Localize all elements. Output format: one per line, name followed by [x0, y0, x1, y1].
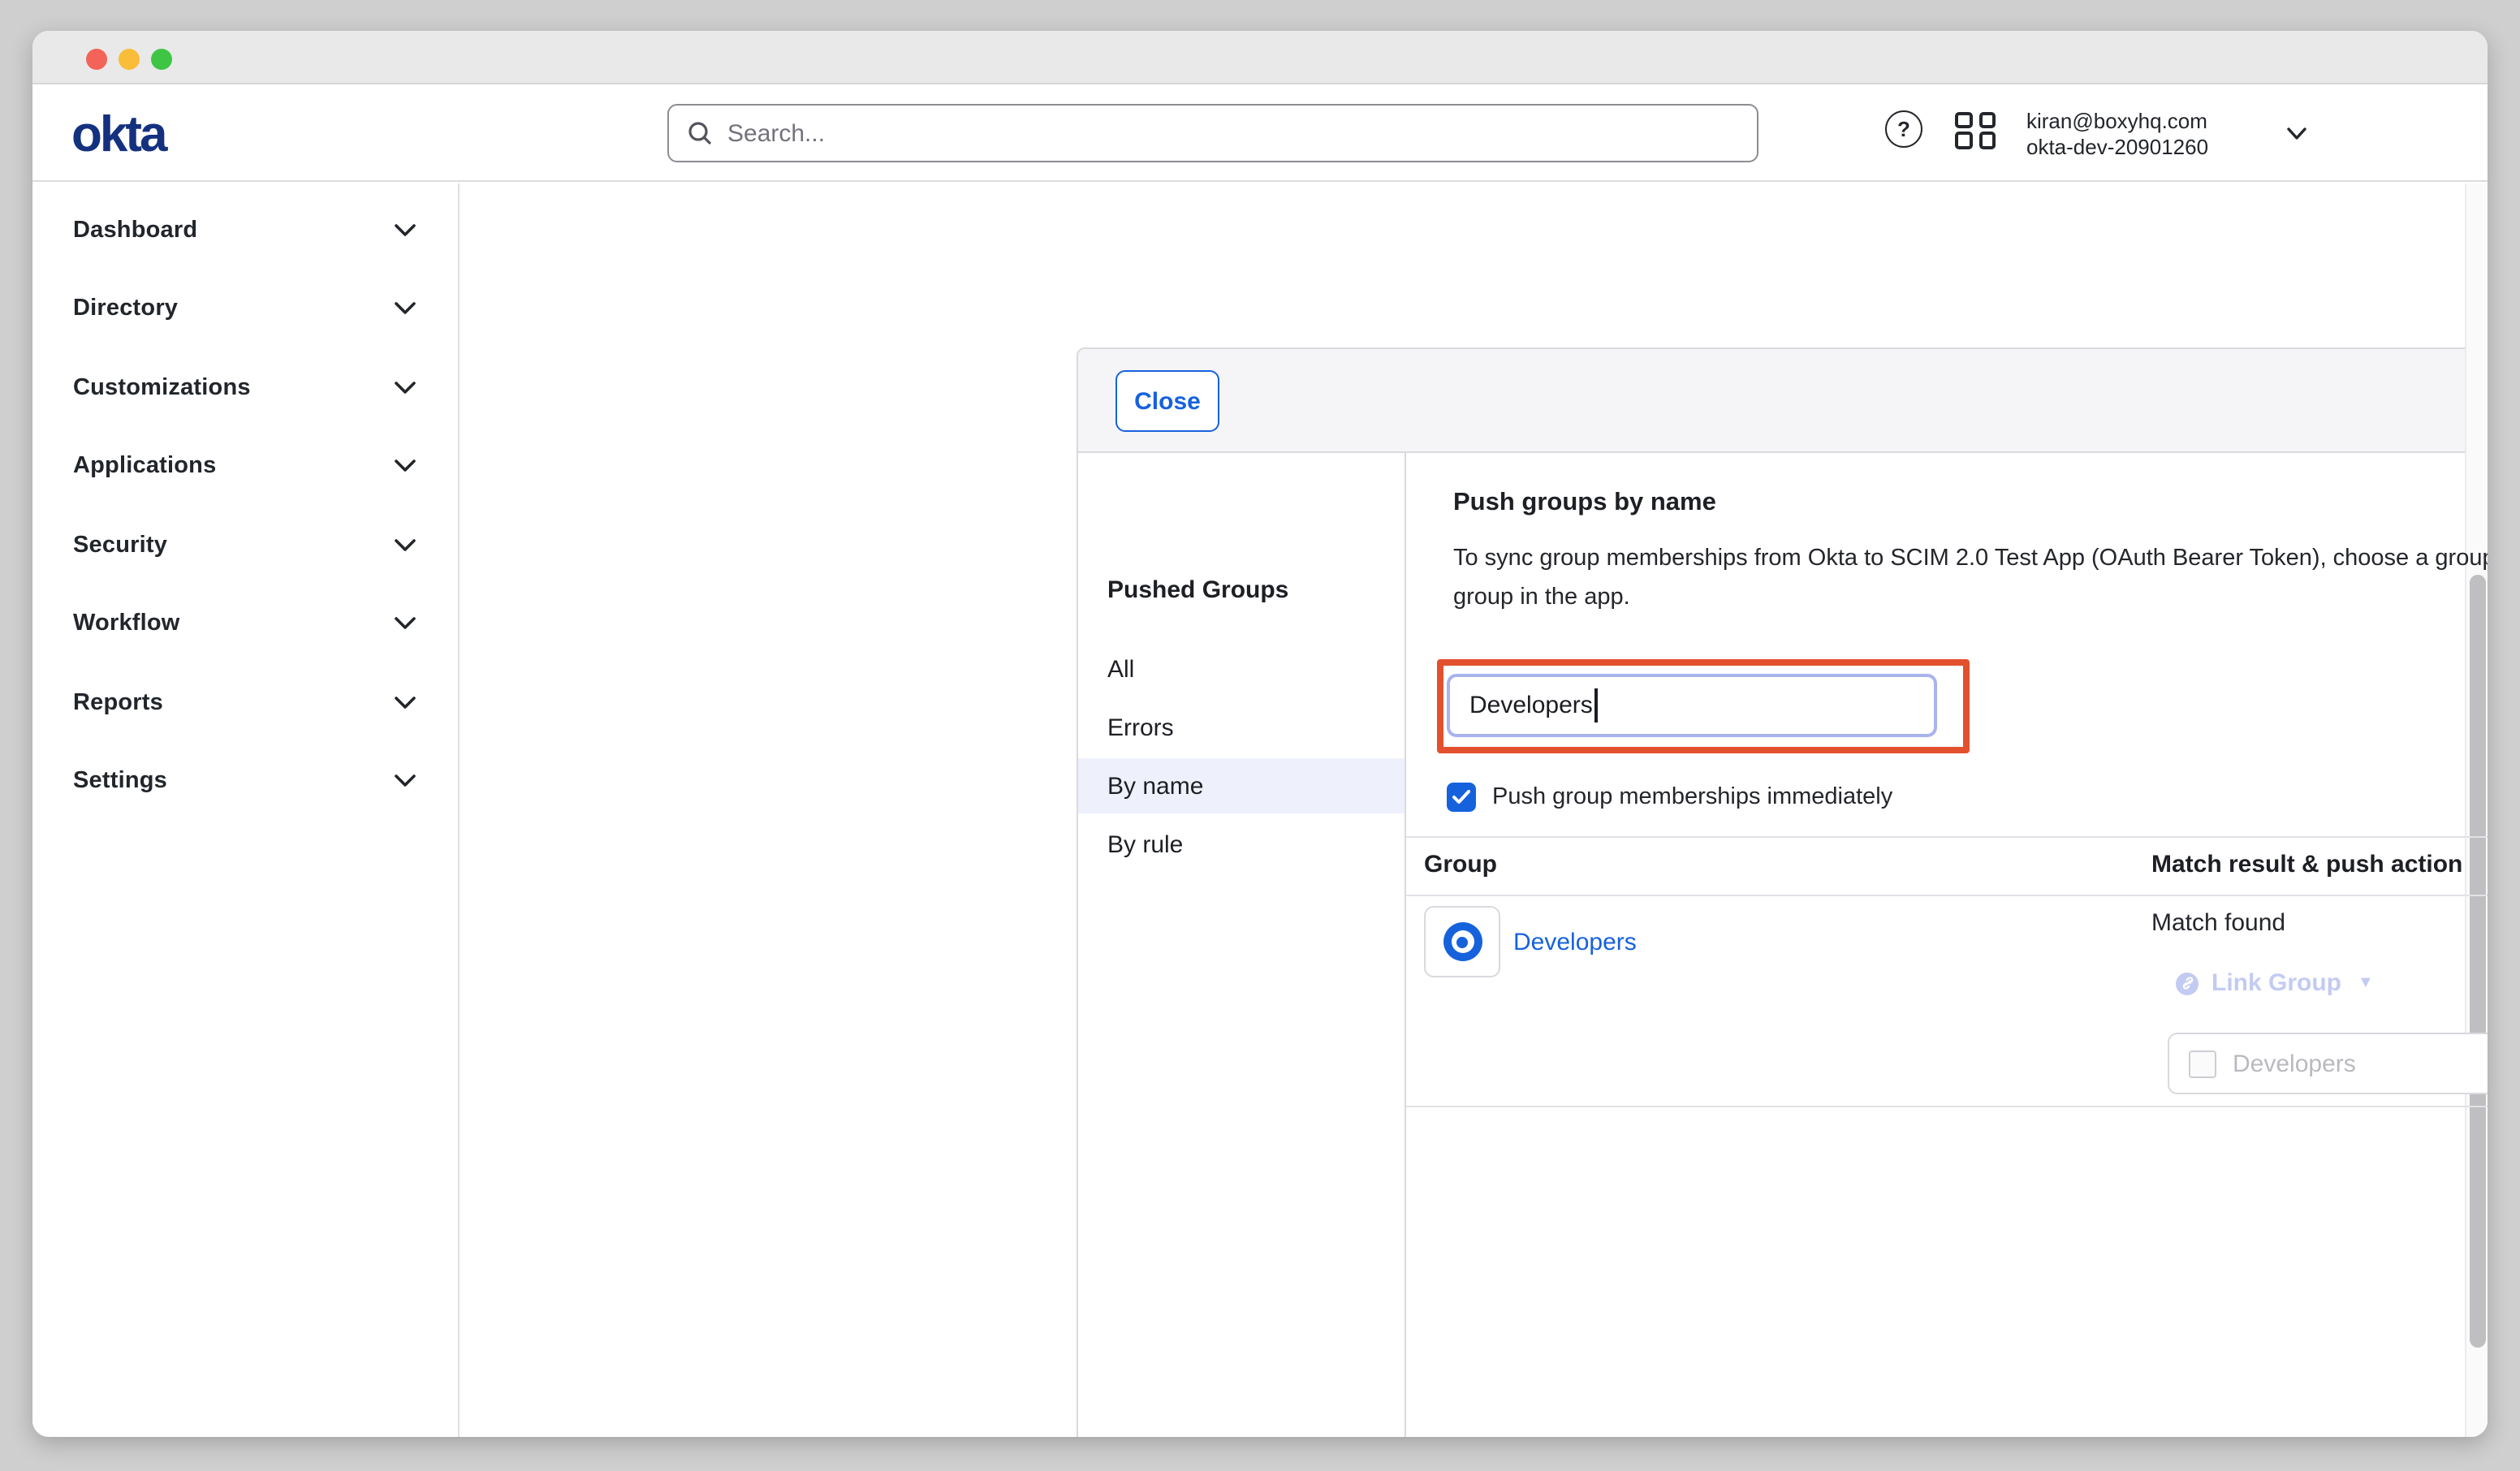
nav-item-by-rule[interactable]: By rule	[1078, 817, 1405, 872]
push-immediately-row: Push group memberships immediately	[1447, 783, 1892, 812]
divider	[1406, 836, 2488, 838]
row-divider	[1406, 1106, 2488, 1107]
main-content: Close Pushed Groups All Errors By name B…	[461, 183, 2465, 1437]
titlebar	[32, 31, 2488, 84]
group-name-value: Developers	[1469, 692, 1593, 719]
match-status: Match found	[2151, 909, 2285, 937]
pushed-groups-panel: Close Pushed Groups All Errors By name B…	[1077, 347, 2488, 1437]
check-icon	[1452, 789, 1471, 805]
group-icon-card	[1424, 906, 1500, 977]
zoom-window-button[interactable]	[151, 48, 172, 69]
chevron-down-icon	[395, 382, 416, 395]
group-name-input[interactable]: Developers	[1447, 674, 1937, 737]
nav-item-all[interactable]: All	[1078, 641, 1405, 697]
close-button[interactable]: Close	[1115, 370, 1219, 432]
link-group-button[interactable]: Link Group ▼	[2176, 969, 2374, 997]
link-group-label: Link Group	[2211, 969, 2341, 997]
pushed-groups-title: Pushed Groups	[1107, 576, 1288, 604]
apps-grid-icon[interactable]	[1955, 111, 1996, 149]
column-header-match: Match result & push action	[2151, 851, 2462, 878]
nav-item-by-name[interactable]: By name	[1078, 758, 1405, 813]
account-menu[interactable]: kiran@boxyhq.com okta-dev-20901260	[2026, 109, 2208, 159]
section-description: To sync group memberships from Okta to S…	[1453, 541, 2488, 617]
sidebar-item-dashboard[interactable]: Dashboard	[32, 200, 458, 261]
push-immediately-label: Push group memberships immediately	[1492, 784, 1892, 810]
okta-logo[interactable]: okta	[71, 106, 166, 164]
text-caret	[1595, 688, 1598, 723]
chevron-down-icon	[395, 617, 416, 630]
close-window-button[interactable]	[86, 48, 107, 69]
by-name-content: Push groups by name To sync group member…	[1406, 453, 2488, 1437]
sidebar: Dashboard Directory Customizations Appli…	[32, 183, 460, 1437]
sidebar-item-settings[interactable]: Settings	[32, 750, 458, 812]
section-heading: Push groups by name	[1453, 489, 1716, 518]
search-placeholder: Search...	[727, 119, 825, 147]
sidebar-item-workflow[interactable]: Workflow	[32, 593, 458, 654]
chevron-down-icon: ▼	[2358, 974, 2374, 992]
chevron-down-icon	[395, 459, 416, 472]
chevron-down-icon	[395, 224, 416, 237]
linked-group-select[interactable]: Developers ▼	[2168, 1033, 2488, 1094]
nav-item-errors[interactable]: Errors	[1078, 700, 1405, 755]
browser-window: okta Search... ? kiran@boxyhq.com okta-d…	[32, 31, 2488, 1437]
sidebar-item-applications[interactable]: Applications	[32, 435, 458, 497]
linked-group-value: Developers	[2233, 1050, 2488, 1077]
sidebar-item-reports[interactable]: Reports	[32, 672, 458, 734]
divider	[1406, 895, 2488, 896]
link-icon	[2176, 972, 2199, 994]
chevron-down-icon[interactable]	[2286, 127, 2307, 141]
push-immediately-checkbox[interactable]	[1447, 783, 1476, 812]
column-header-group: Group	[1424, 851, 1497, 878]
chevron-down-icon	[395, 697, 416, 710]
chevron-down-icon	[395, 302, 416, 315]
account-org: okta-dev-20901260	[2026, 134, 2208, 159]
panel-toolbar: Close	[1078, 349, 2488, 453]
group-icon	[1443, 922, 1482, 961]
chevron-down-icon	[395, 539, 416, 552]
app-header: okta Search... ? kiran@boxyhq.com okta-d…	[32, 84, 2488, 182]
account-email: kiran@boxyhq.com	[2026, 109, 2208, 134]
sidebar-item-directory[interactable]: Directory	[32, 278, 458, 339]
pushed-groups-nav: Pushed Groups All Errors By name By rule	[1078, 453, 1406, 1437]
search-icon	[687, 120, 713, 146]
app-group-icon	[2189, 1050, 2216, 1077]
group-link[interactable]: Developers	[1513, 929, 1637, 956]
search-input[interactable]: Search...	[667, 104, 1758, 162]
chevron-down-icon	[395, 774, 416, 787]
sidebar-item-customizations[interactable]: Customizations	[32, 357, 458, 419]
sidebar-item-security[interactable]: Security	[32, 515, 458, 576]
minimize-window-button[interactable]	[119, 48, 140, 69]
help-icon[interactable]: ?	[1885, 110, 1922, 148]
